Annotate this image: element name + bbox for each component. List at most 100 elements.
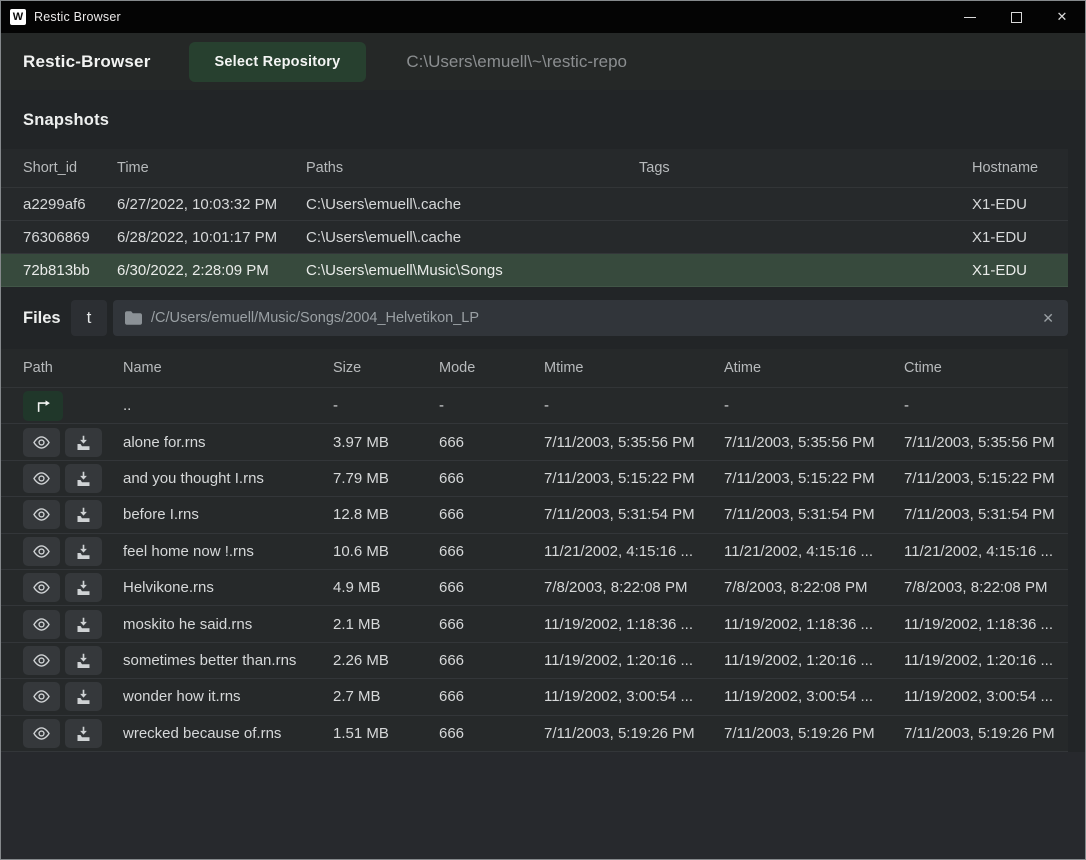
preview-file-button[interactable] (23, 682, 60, 711)
restore-file-button[interactable] (65, 682, 102, 711)
file-name: before I.rns (123, 506, 333, 523)
restore-file-button[interactable] (65, 428, 102, 457)
file-ctime: 11/21/2002, 4:15:16 ... (904, 543, 1068, 560)
parent-directory-row[interactable]: .. - - - - - (1, 388, 1068, 424)
restore-file-button[interactable] (65, 646, 102, 675)
column-header-time[interactable]: Time (117, 160, 306, 176)
download-icon (75, 544, 92, 559)
column-header-path[interactable]: Path (23, 360, 123, 376)
file-mode: 666 (439, 434, 544, 451)
download-icon (75, 689, 92, 704)
file-atime: 11/19/2002, 1:18:36 ... (724, 616, 904, 633)
preview-file-button[interactable] (23, 719, 60, 748)
go-up-directory-button[interactable] (23, 391, 63, 421)
file-atime: 7/8/2003, 8:22:08 PM (724, 579, 904, 596)
file-mode: 666 (439, 579, 544, 596)
file-row[interactable]: before I.rns 12.8 MB 666 7/11/2003, 5:31… (1, 497, 1068, 533)
file-size: 2.7 MB (333, 688, 439, 705)
column-header-hostname[interactable]: Hostname (972, 160, 1068, 176)
preview-file-button[interactable] (23, 500, 60, 529)
minimize-button[interactable] (947, 1, 993, 33)
column-header-mtime[interactable]: Mtime (544, 360, 724, 376)
column-header-size[interactable]: Size (333, 360, 439, 376)
file-size: 2.1 MB (333, 616, 439, 633)
file-mtime: 7/11/2003, 5:19:26 PM (544, 725, 724, 742)
file-size: 2.26 MB (333, 652, 439, 669)
file-name: wrecked because of.rns (123, 725, 333, 742)
snapshot-short-id: 76306869 (23, 229, 117, 246)
restore-file-button[interactable] (65, 719, 102, 748)
snapshots-title: Snapshots (23, 111, 109, 129)
file-mode: - (439, 397, 544, 414)
eye-icon (32, 471, 51, 486)
restore-file-button[interactable] (65, 500, 102, 529)
snapshot-row-selected[interactable]: 72b813bb 6/30/2022, 2:28:09 PM C:\Users\… (1, 254, 1068, 287)
snapshot-time: 6/27/2022, 10:03:32 PM (117, 196, 306, 213)
column-header-short-id[interactable]: Short_id (23, 160, 117, 176)
file-ctime: 7/8/2003, 8:22:08 PM (904, 579, 1068, 596)
snapshot-paths: C:\Users\emuell\.cache (306, 229, 639, 246)
column-header-atime[interactable]: Atime (724, 360, 904, 376)
file-mtime: 7/11/2003, 5:31:54 PM (544, 506, 724, 523)
empty-area (1, 752, 1085, 859)
restore-file-button[interactable] (65, 610, 102, 639)
file-row[interactable]: Helvikone.rns 4.9 MB 666 7/8/2003, 8:22:… (1, 570, 1068, 606)
column-header-name[interactable]: Name (123, 360, 333, 376)
eye-icon (32, 435, 51, 450)
restore-file-button[interactable] (65, 464, 102, 493)
snapshot-paths: C:\Users\emuell\.cache (306, 196, 639, 213)
snapshot-row[interactable]: 76306869 6/28/2022, 10:01:17 PM C:\Users… (1, 221, 1068, 254)
file-ctime: 7/11/2003, 5:35:56 PM (904, 434, 1068, 451)
files-title: Files (23, 309, 71, 328)
close-button[interactable]: ✕ (1039, 1, 1085, 33)
snapshot-time: 6/30/2022, 2:28:09 PM (117, 262, 306, 279)
preview-file-button[interactable] (23, 610, 60, 639)
file-row[interactable]: moskito he said.rns 2.1 MB 666 11/19/200… (1, 606, 1068, 642)
restore-file-button[interactable] (65, 537, 102, 566)
maximize-button[interactable] (993, 1, 1039, 33)
file-row[interactable]: wrecked because of.rns 1.51 MB 666 7/11/… (1, 716, 1068, 752)
file-mtime: 7/11/2003, 5:15:22 PM (544, 470, 724, 487)
restore-file-button[interactable] (65, 573, 102, 602)
file-row[interactable]: wonder how it.rns 2.7 MB 666 11/19/2002,… (1, 679, 1068, 715)
file-atime: 11/19/2002, 1:20:16 ... (724, 652, 904, 669)
snapshot-hostname: X1-EDU (972, 196, 1068, 213)
eye-icon (32, 689, 51, 704)
preview-file-button[interactable] (23, 464, 60, 493)
download-icon (75, 507, 92, 522)
window-title: Restic Browser (34, 10, 121, 24)
file-atime: - (724, 397, 904, 414)
file-atime: 7/11/2003, 5:15:22 PM (724, 470, 904, 487)
column-header-mode[interactable]: Mode (439, 360, 544, 376)
eye-icon (32, 653, 51, 668)
select-repository-button[interactable]: Select Repository (189, 42, 367, 82)
download-icon (75, 726, 92, 741)
file-mtime: - (544, 397, 724, 414)
files-toggle-button[interactable]: t (71, 300, 107, 336)
file-row[interactable]: feel home now !.rns 10.6 MB 666 11/21/20… (1, 534, 1068, 570)
file-ctime: 11/19/2002, 1:18:36 ... (904, 616, 1068, 633)
file-mtime: 7/11/2003, 5:35:56 PM (544, 434, 724, 451)
preview-file-button[interactable] (23, 646, 60, 675)
column-header-ctime[interactable]: Ctime (904, 360, 1068, 376)
file-row[interactable]: and you thought I.rns 7.79 MB 666 7/11/2… (1, 461, 1068, 497)
file-name: Helvikone.rns (123, 579, 333, 596)
download-icon (75, 580, 92, 595)
files-path-value: /C/Users/emuell/Music/Songs/2004_Helveti… (151, 310, 1040, 326)
preview-file-button[interactable] (23, 573, 60, 602)
preview-file-button[interactable] (23, 428, 60, 457)
file-mode: 666 (439, 506, 544, 523)
file-row[interactable]: alone for.rns 3.97 MB 666 7/11/2003, 5:3… (1, 424, 1068, 460)
column-header-tags[interactable]: Tags (639, 160, 972, 176)
files-path-input[interactable]: /C/Users/emuell/Music/Songs/2004_Helveti… (113, 300, 1068, 336)
column-header-paths[interactable]: Paths (306, 160, 639, 176)
path-clear-icon[interactable]: ✕ (1040, 310, 1056, 327)
snapshot-row[interactable]: a2299af6 6/27/2022, 10:03:32 PM C:\Users… (1, 188, 1068, 221)
download-icon (75, 653, 92, 668)
files-toggle-icon: t (87, 308, 92, 328)
file-row[interactable]: sometimes better than.rns 2.26 MB 666 11… (1, 643, 1068, 679)
snapshot-short-id: 72b813bb (23, 262, 117, 279)
file-size: - (333, 397, 439, 414)
preview-file-button[interactable] (23, 537, 60, 566)
file-atime: 11/19/2002, 3:00:54 ... (724, 688, 904, 705)
